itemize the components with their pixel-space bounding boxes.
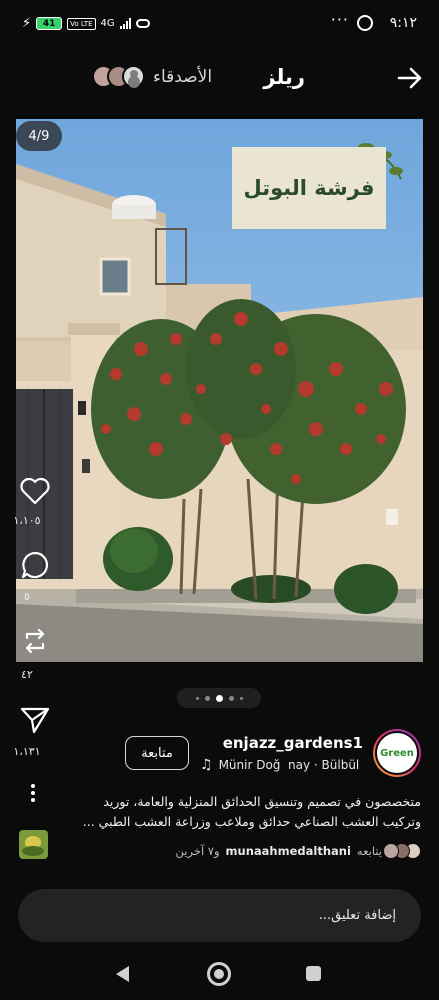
- music-note-icon: ♫: [200, 757, 213, 773]
- volte-icon: Vo LTE: [67, 17, 96, 30]
- carousel-dot: [204, 695, 210, 701]
- comments-count: ٥: [24, 590, 30, 603]
- battery-icon: 41: [36, 17, 63, 30]
- system-nav-bar: [0, 956, 439, 992]
- network-label: 4G: [100, 18, 115, 29]
- signal-icon: [119, 18, 131, 29]
- followed-by-name: munaahmedalthani: [225, 844, 351, 858]
- music-track-label: Münir Doğ nay · Bülbül: [218, 758, 360, 772]
- carousel-dot: [239, 696, 243, 700]
- followed-by-prefix: يتابعه: [356, 844, 382, 858]
- whatsapp-icon: [357, 15, 373, 31]
- reel-image[interactable]: 4/9 فرشة البوتل: [16, 119, 423, 662]
- carousel-dot-active: [215, 694, 223, 702]
- post-caption[interactable]: متخصصون في تصميم وتنسيق الحدائق المنزلية…: [61, 792, 421, 832]
- overlay-title: فرشة البوتل: [232, 147, 386, 229]
- charging-icon: ⚡: [22, 16, 32, 31]
- friends-avatars: [92, 65, 145, 88]
- clock: ٩:١٢: [389, 15, 417, 31]
- avatar: [122, 65, 145, 88]
- carousel-indicator: [177, 688, 261, 708]
- account-logo: Green: [375, 731, 419, 775]
- more-options-icon[interactable]: [28, 784, 38, 805]
- followed-by-suffix: و٧ آخرين: [175, 844, 220, 858]
- comment-icon[interactable]: [19, 550, 51, 580]
- share-icon[interactable]: [19, 705, 51, 735]
- follow-button[interactable]: متابعة: [125, 736, 189, 770]
- repost-icon[interactable]: [19, 625, 51, 657]
- nav-home-icon[interactable]: [207, 962, 231, 986]
- status-bar: ⚡ 41 Vo LTE 4G ··· ٩:١٢: [0, 0, 439, 50]
- likes-count: ١،١٠٥: [13, 514, 41, 527]
- reels-header: الأصدقاء ريلز: [0, 55, 439, 101]
- more-notifications-icon: ···: [330, 10, 349, 29]
- page-title: ريلز: [263, 65, 305, 89]
- audio-thumbnail[interactable]: [19, 830, 48, 859]
- caption-line: وتركيب العشب الصناعي حدائق وملاعب وزراعة…: [82, 814, 421, 829]
- arrow-right-icon[interactable]: [395, 63, 425, 93]
- carousel-dot: [228, 695, 234, 701]
- comment-input[interactable]: إضافة تعليق...: [18, 889, 421, 942]
- music-track[interactable]: ♫ Münir Doğ nay · Bülbül: [200, 756, 364, 774]
- carousel-dot: [195, 696, 199, 700]
- account-username[interactable]: enjazz_gardens1: [223, 734, 363, 752]
- nav-recents-icon[interactable]: [306, 966, 321, 981]
- image-counter: 4/9: [16, 121, 62, 151]
- followed-by[interactable]: يتابعه munaahmedalthani و٧ آخرين: [176, 843, 421, 859]
- caption-line: متخصصون في تصميم وتنسيق الحدائق المنزلية…: [103, 794, 421, 809]
- status-left-icons: ⚡ 41 Vo LTE 4G: [22, 16, 150, 31]
- friends-label: الأصدقاء: [153, 66, 213, 87]
- reposts-count: ٤٢: [21, 668, 33, 681]
- account-avatar[interactable]: Green: [373, 729, 421, 777]
- heart-icon[interactable]: [19, 476, 51, 506]
- followers-avatars: [383, 843, 421, 859]
- link-icon: [135, 19, 150, 28]
- nav-back-icon[interactable]: [116, 966, 129, 982]
- friends-button[interactable]: الأصدقاء: [92, 65, 213, 88]
- shares-count: ١،١٣١: [13, 745, 41, 758]
